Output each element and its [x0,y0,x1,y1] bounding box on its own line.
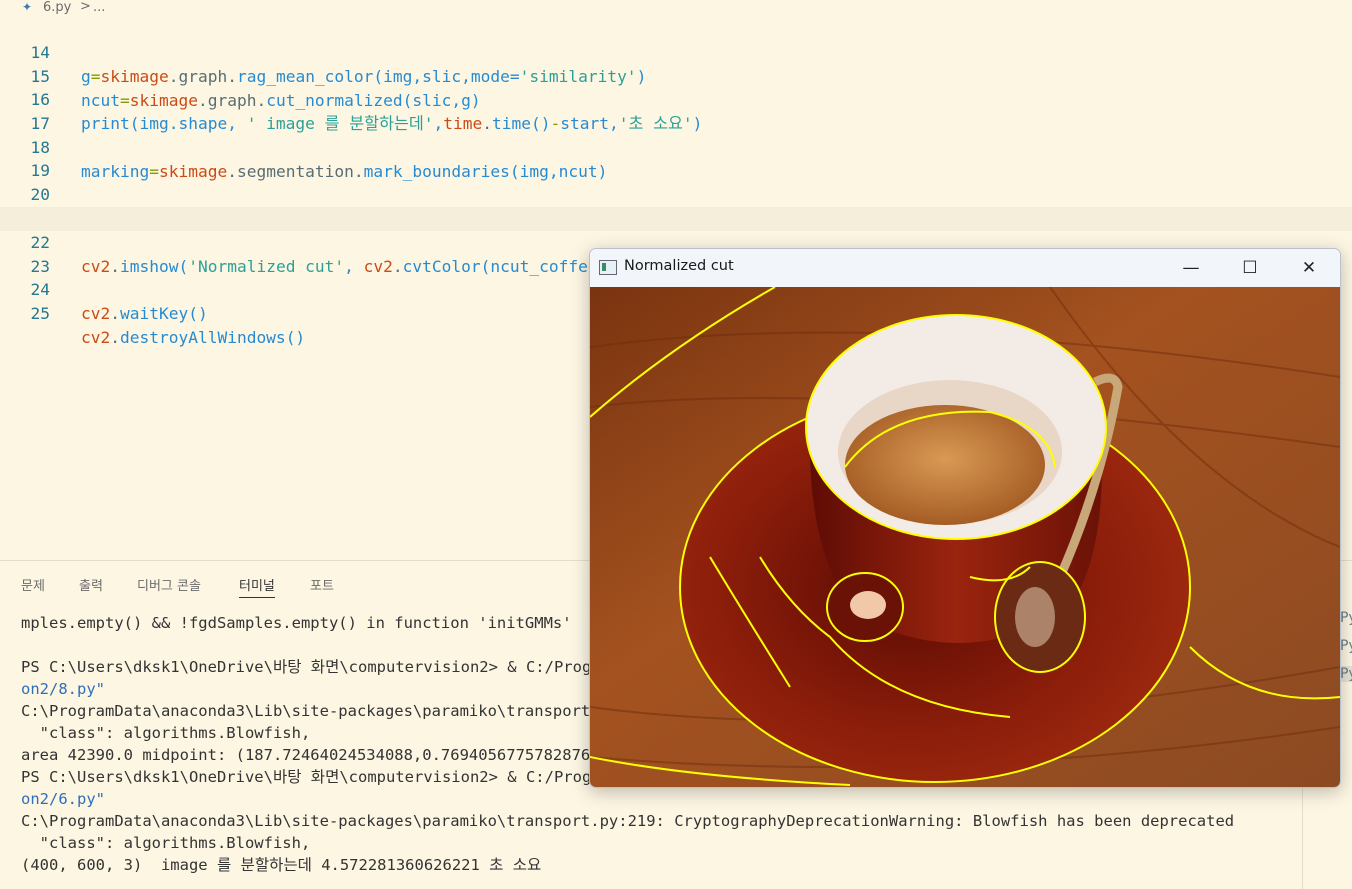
coffee-cup-image [590,287,1340,787]
window-app-icon [599,260,617,275]
code-line[interactable]: 15 ncut=skimage.graph.cut_normalized(sli… [0,41,1352,110]
tab-ports[interactable]: 포트 [310,575,334,594]
terminal-line: area 42390.0 midpoint: (187.724640245340… [21,746,600,764]
terminal-list-item[interactable]: Py [1340,638,1352,654]
panel-tabs: 문제 출력 디버그 콘솔 터미널 포트 [0,571,600,598]
line-number: 25 [30,304,51,323]
code-text: cv2.waitKey() [81,304,208,323]
code-line[interactable]: 14 g=skimage.graph.rag_mean_color(img,sl… [0,17,1352,86]
terminal-line: PS C:\Users\dksk1\OneDrive\바탕 화면\compute… [21,768,592,786]
terminal-list-item[interactable]: Py [1340,610,1352,626]
segmented-image[interactable] [590,287,1340,787]
breadcrumb-more[interactable]: ... [93,0,105,15]
window-titlebar[interactable]: Normalized cut — ☐ ✕ [590,249,1340,287]
tab-debug-console[interactable]: 디버그 콘솔 [137,575,201,594]
tab-problems[interactable]: 문제 [21,575,45,594]
code-line[interactable]: 18 marking=skimage.segmentation.mark_bou… [0,112,1352,181]
code-line[interactable]: 16 print(img.shape, ' image 를 분할하는데',tim… [0,64,1352,133]
terminal-line: on2/6.py" [21,790,105,808]
maximize-button[interactable]: ☐ [1221,249,1279,287]
terminal-list-item-active[interactable]: Py [1340,666,1352,682]
terminal-line: "class": algorithms.Blowfish, [21,724,311,742]
code-line[interactable]: 17 [0,88,1352,133]
terminal-line: C:\ProgramData\anaconda3\Lib\site-packag… [21,702,619,720]
code-line[interactable]: 20 ncut_coffee=np.uint8(marking*255.0) [0,159,1352,228]
close-button[interactable]: ✕ [1280,249,1338,287]
code-text: cv2.destroyAllWindows() [81,328,306,347]
tab-output[interactable]: 출력 [79,575,103,594]
terminal-line: mples.empty() && !fgdSamples.empty() in … [21,614,572,632]
chevron-right-icon: > [80,0,91,14]
code-line[interactable]: 21 [0,183,1352,228]
terminal-line: (400, 600, 3) image 를 분할하는데 4.5722813606… [21,856,542,874]
opencv-window[interactable]: Normalized cut — ☐ ✕ [589,248,1341,788]
code-line[interactable]: 19 [0,135,1352,180]
terminal-line: C:\ProgramData\anaconda3\Lib\site-packag… [21,812,1235,830]
python-file-icon: ✦ [22,0,33,14]
window-title: Normalized cut [624,258,734,274]
breadcrumb-file[interactable]: 6.py [43,0,71,15]
terminal-line: "class": algorithms.Blowfish, [21,834,311,852]
minimize-button[interactable]: — [1162,249,1220,287]
terminal-line: PS C:\Users\dksk1\OneDrive\바탕 화면\compute… [21,658,592,676]
terminal-line: on2/8.py" [21,680,105,698]
code-line-current[interactable]: 22 cv2.imshow('Normalized cut', cv2.cvtC… [0,207,1352,276]
tab-terminal[interactable]: 터미널 [239,575,275,598]
